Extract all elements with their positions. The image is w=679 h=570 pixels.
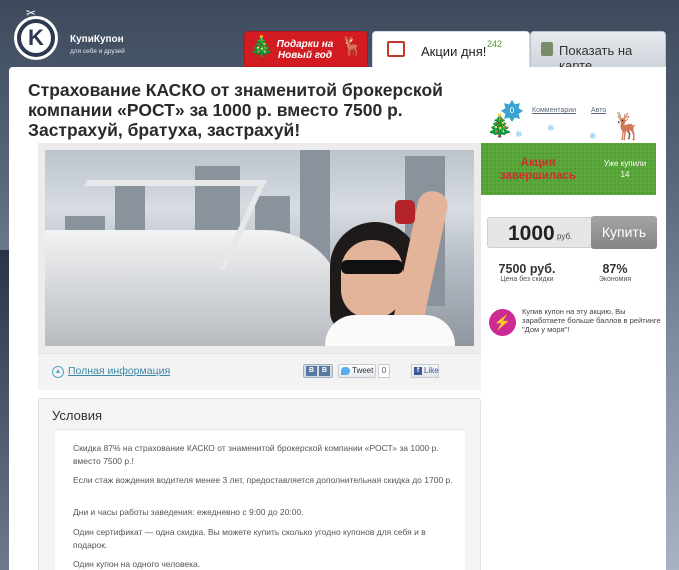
offer-photo [38,143,481,353]
twitter-bird-icon [341,367,350,375]
conditions-section: Условия Скидка 87% на страхование КАСКО … [38,398,481,570]
vk-icon: В [319,366,330,376]
original-price-stat: 7500 руб. Цена без скидки [489,262,565,283]
tab-holiday-gifts[interactable]: 🎄 Подарки на Новый год 🦌 [244,31,368,67]
tab-deals-of-day[interactable]: Акции дня! 242 [372,31,530,67]
snowflake-icon: ❄ [547,123,555,133]
condition-paragraph: Скидка 87% на страхование КАСКО от знаме… [73,443,439,466]
share-bar: ▲ Полная информация В В Tweet 0 f Like [38,353,481,390]
vk-icon: В [306,366,317,376]
conditions-body: Скидка 87% на страхование КАСКО от знаме… [55,429,465,570]
price-currency: руб. [557,232,573,241]
deal-status-band: Акция завершилась Уже купили 14 [481,143,656,195]
snowflake-icon: ❄ [589,131,597,141]
info-circle-icon[interactable]: ▲ [52,366,64,378]
discount-value: 87% [602,262,628,276]
logo-name: КупиКупон [70,34,124,45]
condition-paragraph: Дни и часы работы заведения: ежедневно с… [73,507,304,517]
deal-price: 1000 [508,222,555,245]
scissors-icon: ✂ [26,6,37,20]
deer-icon: 🦌 [340,36,363,56]
original-price-label: Цена без скидки [500,276,554,283]
conditions-title: Условия [52,408,103,423]
vk-share-button[interactable]: В В [303,364,333,378]
offer-title: Страхование КАСКО от знаменитой брокерск… [28,80,443,140]
price-box: 1000 руб. Купить [487,216,657,249]
logo-mark: K [14,16,58,60]
facebook-icon: f [414,367,422,375]
tweet-button[interactable]: Tweet [338,364,376,378]
map-pin-icon [541,42,553,56]
logo-tagline: для себя и друзей [70,48,125,55]
christmas-tree-icon: 🎄 [249,36,274,58]
deal-status: Акция завершилась [499,157,577,182]
site-logo[interactable]: K ✂ КупиКупон для себя и друзей [12,6,132,64]
tweet-count: 0 [378,364,390,378]
bought-counter: Уже купили 14 [598,158,652,180]
lightning-icon: ⚡ [489,309,516,336]
condition-paragraph: Если стаж вождения водителя менее 3 лет,… [73,475,453,485]
tweet-label: Tweet [352,366,374,375]
like-label: Like [424,366,439,375]
condition-paragraph: Один сертификат — одна скидка. Вы можете… [73,527,426,550]
deer-icon: 🦌 [611,111,644,141]
comments-link[interactable]: Комментарии [532,107,576,114]
category-auto-link[interactable]: Авто [591,107,606,114]
discount-stat: 87% Экономия [585,262,645,283]
condition-paragraph: Один купон на одного человека. [73,559,201,569]
tab-holiday-label: Подарки на Новый год [276,39,334,61]
buy-button[interactable]: Купить [591,216,657,249]
full-info-link[interactable]: Полная информация [68,365,170,377]
snowflake-icon: ❄ [515,129,523,139]
original-price: 7500 руб. [498,262,556,276]
bought-label: Уже купили [603,159,647,168]
bought-count: 14 [620,170,630,179]
tab-show-map[interactable]: Показать на карте [530,31,666,73]
discount-label: Экономия [598,276,632,283]
tab-deals-label: Акции дня! [421,44,487,59]
calendar-icon [387,41,405,57]
promo-text: Купив купон на эту акцию, Вы заработаете… [522,307,661,334]
facebook-like-button[interactable]: f Like [411,364,439,378]
christmas-tree-icon: 🎄 [486,113,514,138]
deals-count-badge: 242 [487,39,503,49]
